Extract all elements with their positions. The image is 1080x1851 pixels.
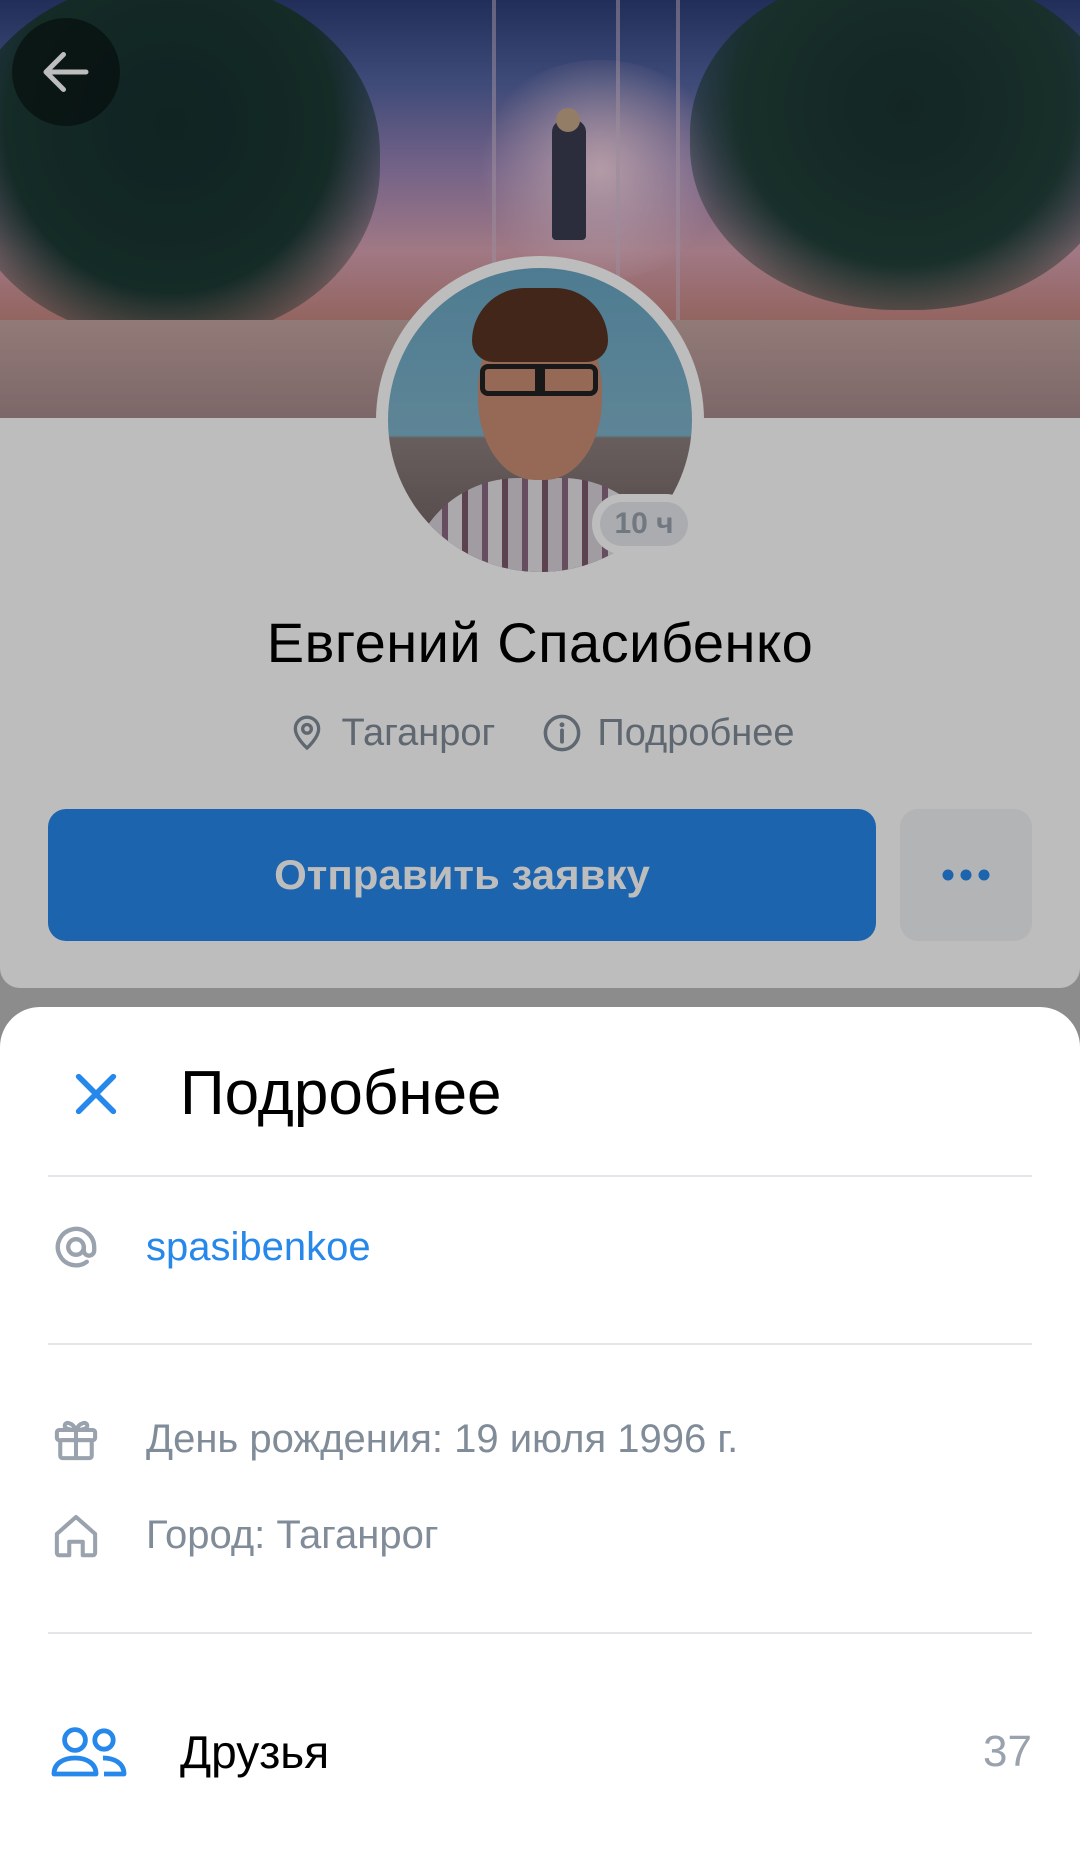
username-link[interactable]: spasibenkoe bbox=[146, 1225, 371, 1270]
users-icon bbox=[48, 1722, 130, 1782]
gift-icon bbox=[48, 1411, 104, 1467]
friends-row[interactable]: Друзья 37 bbox=[48, 1712, 1032, 1792]
city-row: Город: Таганрог bbox=[48, 1495, 1032, 1575]
divider bbox=[48, 1175, 1032, 1177]
birthday-text: День рождения: 19 июля 1996 г. bbox=[146, 1416, 739, 1461]
at-sign-icon bbox=[48, 1219, 104, 1275]
username-row[interactable]: spasibenkoe bbox=[48, 1207, 1032, 1287]
home-icon bbox=[48, 1507, 104, 1563]
screen: 10 ч Евгений Спасибенко Таганрог Подробн… bbox=[0, 0, 1080, 1851]
birthday-row: День рождения: 19 июля 1996 г. bbox=[48, 1399, 1032, 1479]
friends-label: Друзья bbox=[180, 1726, 330, 1778]
close-button[interactable] bbox=[56, 1054, 136, 1134]
friends-count: 37 bbox=[983, 1727, 1032, 1776]
close-icon bbox=[70, 1068, 122, 1120]
city-text: Город: Таганрог bbox=[146, 1512, 439, 1557]
divider bbox=[48, 1632, 1032, 1634]
divider bbox=[48, 1343, 1032, 1345]
sheet-title: Подробнее bbox=[180, 1059, 502, 1128]
